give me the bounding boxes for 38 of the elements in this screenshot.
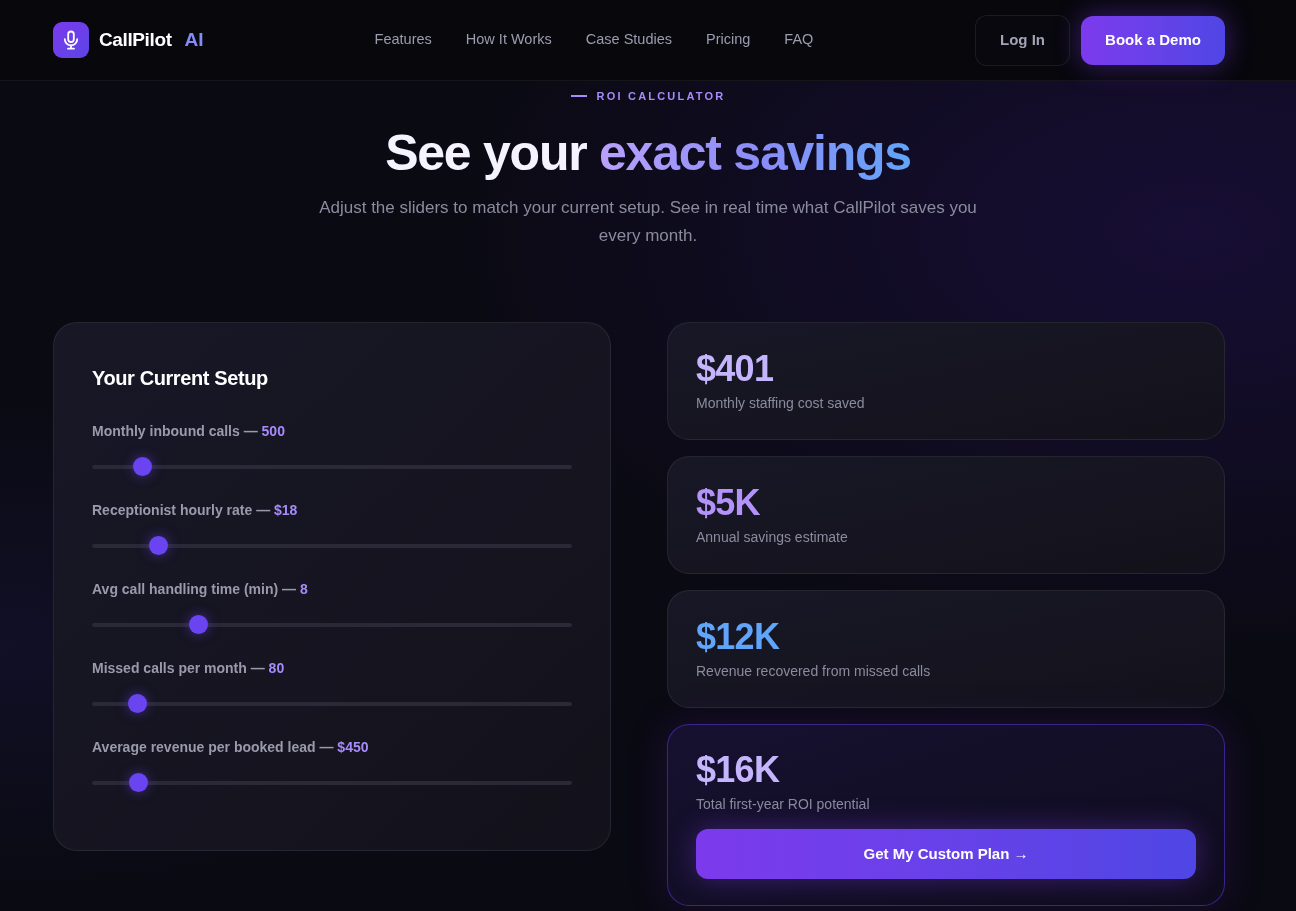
custom-plan-button[interactable]: Get My Custom Plan →: [696, 829, 1196, 879]
nav-link[interactable]: Features: [374, 29, 432, 51]
section-subtitle: Adjust the sliders to match your current setup. See in real time what CallPilot saves you every month.: [318, 197, 978, 247]
nav-link[interactable]: Pricing: [706, 29, 751, 51]
slider-track[interactable]: [92, 457, 572, 477]
slider-thumb[interactable]: [189, 615, 209, 634]
stat-label: Monthly staffing cost saved: [696, 394, 865, 413]
slider-track[interactable]: [92, 694, 572, 714]
brand-name: CallPilot: [99, 27, 172, 52]
nav-link[interactable]: FAQ: [784, 29, 814, 51]
slider-thumb[interactable]: [132, 457, 152, 476]
slider-label: Avg call handling time (min) — 8: [92, 580, 309, 599]
stat-value: $401: [696, 349, 774, 389]
stat-value: $5K: [696, 483, 760, 523]
stat-label: Revenue recovered from missed calls: [696, 662, 931, 681]
section-eyebrow: ROI CALCULATOR: [596, 89, 726, 103]
slider-label: Receptionist hourly rate — $18: [92, 501, 299, 520]
nav-link[interactable]: Case Studies: [585, 29, 673, 51]
slider-label: Average revenue per booked lead — $450: [92, 738, 370, 757]
eyebrow-rule: [570, 95, 587, 97]
slider-thumb[interactable]: [128, 694, 148, 713]
book-demo-button[interactable]: Book a Demo: [1081, 15, 1225, 65]
brand-suffix: AI: [184, 27, 204, 52]
slider-label: Monthly inbound calls — 500: [92, 422, 286, 441]
slider-thumb[interactable]: [148, 536, 168, 555]
slider-track[interactable]: [92, 773, 572, 793]
slider-track[interactable]: [92, 615, 572, 635]
slider-label: Missed calls per month — 80: [92, 659, 286, 678]
log-in-button[interactable]: Log In: [975, 14, 1070, 66]
stat-value: $16K: [696, 750, 780, 790]
slider-thumb[interactable]: [129, 773, 149, 792]
panel-title: Your Current Setup: [92, 366, 269, 391]
slider-track[interactable]: [92, 536, 572, 556]
stat-label: Total first-year ROI potential: [696, 795, 870, 814]
nav-link[interactable]: How It Works: [465, 29, 552, 51]
stat-value: $12K: [696, 617, 780, 657]
microphone-icon: [53, 22, 89, 58]
stat-label: Annual savings estimate: [696, 528, 848, 547]
